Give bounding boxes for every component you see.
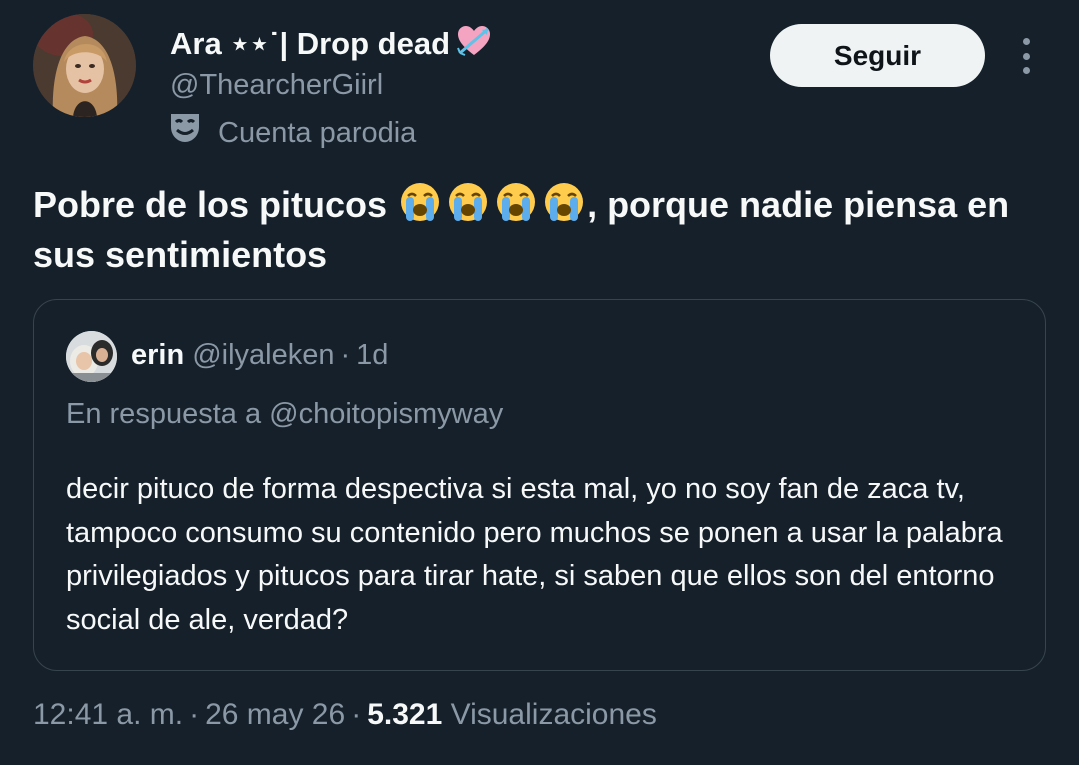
more-vertical-icon[interactable] <box>1012 38 1040 74</box>
author-name-text: Ara ⋆⋆˙| Drop dead <box>170 26 451 61</box>
author-display-name[interactable]: Ara ⋆⋆˙| Drop dead <box>170 24 492 67</box>
quote-time[interactable]: 1d <box>356 339 388 371</box>
quote-reply-context: En respuesta a @choitopismyway <box>66 398 504 430</box>
crying-face-icon <box>497 183 536 221</box>
author-handle[interactable]: @ThearcherGiirl <box>170 66 383 104</box>
quote-author-avatar[interactable] <box>66 331 117 382</box>
quoted-tweet[interactable]: erin @ilyaleken · 1d En respuesta a @choito… <box>33 299 1046 671</box>
views-label[interactable]: Visualizaciones <box>451 698 657 731</box>
quote-separator: · <box>340 339 351 371</box>
quote-author-name[interactable]: erin <box>131 339 184 371</box>
parody-label: Cuenta parodia <box>168 111 416 155</box>
meta-separator: · <box>351 698 362 731</box>
crying-emoji-group <box>397 181 587 223</box>
crying-face-icon <box>401 183 440 221</box>
meta-separator: · <box>189 698 200 731</box>
heart-with-arrow-icon <box>456 25 492 67</box>
parody-label-text: Cuenta parodia <box>218 117 417 149</box>
follow-button[interactable]: Seguir <box>770 24 985 87</box>
crying-face-icon <box>545 183 584 221</box>
tweet-text-part1: Pobre de los pitucos <box>33 184 398 225</box>
tweet-date[interactable]: 26 may 26 <box>205 698 345 731</box>
quote-header: erin @ilyaleken · 1d <box>131 336 388 374</box>
tweet-detail: Ara ⋆⋆˙| Drop dead @ThearcherGiirl Cuent… <box>0 0 1079 765</box>
quote-author-handle[interactable]: @ilyaleken <box>192 339 334 371</box>
theater-mask-icon <box>168 111 202 155</box>
author-avatar[interactable] <box>33 14 136 117</box>
tweet-meta: 12:41 a. m. · 26 may 26 · 5.321 Visualizacio… <box>33 694 657 736</box>
tweet-text: Pobre de los pitucos , porque nadie pien… <box>33 180 1063 280</box>
crying-face-icon <box>449 183 488 221</box>
quote-body: decir pituco de forma despectiva si esta… <box>66 473 1003 636</box>
tweet-time[interactable]: 12:41 a. m. <box>33 698 183 731</box>
views-count: 5.321 <box>367 698 443 731</box>
